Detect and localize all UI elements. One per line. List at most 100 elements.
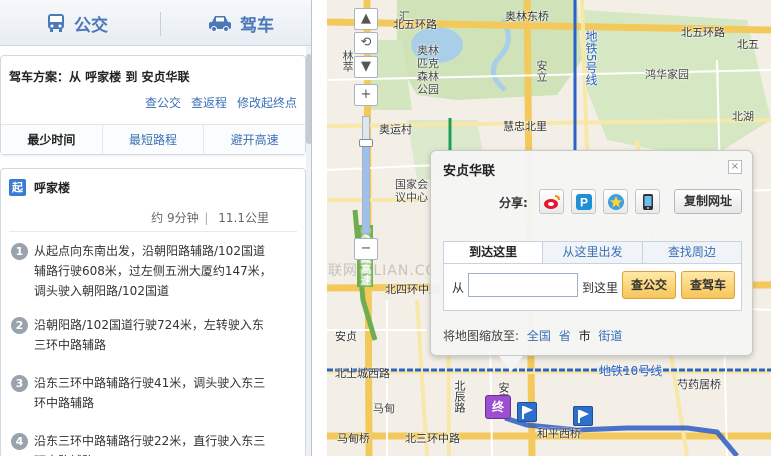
tab-depart-here[interactable]: 从这里出发 [543, 242, 643, 263]
to-here-label: 到这里 [582, 281, 619, 295]
route-flag-icon[interactable] [517, 402, 537, 422]
route-divider [9, 231, 297, 232]
map-label: 和平西桥 [537, 427, 581, 440]
weibo-icon [544, 195, 560, 209]
panel-scrollbar[interactable] [306, 46, 311, 456]
search-bus-link[interactable]: 查公交 [145, 94, 181, 111]
pan-down-button[interactable]: ▼ [354, 56, 378, 78]
step-number: 2 [11, 317, 28, 334]
route-time: 约 9分钟 [151, 211, 199, 225]
plan-tabs: 最少时间 最短路程 避开高速 [1, 124, 305, 154]
return-trip-link[interactable]: 查返程 [191, 94, 227, 111]
zoom-slider-fill [363, 145, 369, 233]
route-step[interactable]: 4 沿东三环中路辅路行驶22米，直行驶入东三环中路辅路 [11, 431, 273, 456]
car-mode-tab[interactable]: 驾车 [208, 0, 274, 46]
zoom-to-row: 将地图缩放至: 全国 省 市 街道 [443, 327, 622, 344]
search-bus-button[interactable]: 查公交 [622, 271, 676, 299]
route-step[interactable]: 2 沿朝阳路/102国道行驶724米，左转驶入东三环中路辅路 [11, 315, 273, 355]
map-label: 奥林匹克森林公园 [417, 44, 439, 96]
map-canvas[interactable]: 三联网 3LIAN.COM 奥林东桥 北五环路 北五环路 北五 奥林匹克森林公园… [327, 0, 771, 456]
step-text: 从起点向东南出发，沿朝阳路辅路/102国道辅路行驶608米，过左侧五洲大厦约14… [34, 244, 272, 298]
start-badge: 起 [9, 179, 26, 196]
route-step[interactable]: 1 从起点向东南出发，沿朝阳路辅路/102国道辅路行驶608米，过左侧五洲大厦约… [11, 241, 273, 301]
mode-divider [160, 12, 161, 36]
map-label: 奥林东桥 [505, 10, 549, 23]
star-share-button[interactable] [603, 189, 628, 214]
plan-links: 查公交 查返程 修改起终点 [145, 94, 297, 111]
car-icon [208, 14, 232, 32]
copy-url-button[interactable]: 复制网址 [674, 189, 742, 214]
map-label: 地铁5号线 [584, 30, 598, 86]
phone-share-button[interactable] [635, 189, 660, 214]
step-number: 3 [11, 375, 28, 392]
bus-icon [46, 13, 66, 33]
step-text: 沿东三环中路辅路行驶22米，直行驶入东三环中路辅路 [34, 434, 266, 456]
zoom-to-label: 将地图缩放至: [443, 329, 520, 343]
map-label: 马甸桥 [337, 432, 370, 445]
step-text: 沿朝阳路/102国道行驶724米，左转驶入东三环中路辅路 [34, 318, 264, 352]
map-label: 北三环中路 [405, 432, 460, 445]
map-label: 北五 [737, 38, 759, 51]
zoom-level-city: 市 [578, 329, 591, 343]
zoom-slider-handle[interactable] [359, 139, 373, 147]
pinterest-share-button[interactable]: P [571, 189, 596, 214]
search-car-button[interactable]: 查驾车 [681, 271, 735, 299]
popup-pointer [499, 356, 523, 372]
edit-endpoints-link[interactable]: 修改起终点 [237, 94, 297, 111]
route-panel: 公交 驾车 驾车方案：从 呼家楼 到 安贞华联 查公交 查返程 修改起终点 最少… [0, 0, 312, 456]
tab-avoid-highway[interactable]: 避开高速 [204, 125, 305, 154]
popup-title: 安贞华联 [443, 164, 496, 179]
pan-up-button[interactable]: ▲ [354, 8, 378, 30]
map-label: 鸿华家园 [645, 68, 689, 81]
zoom-level-country[interactable]: 全国 [527, 329, 551, 343]
map-label: 北湖 [732, 110, 754, 123]
route-step[interactable]: 3 沿东三环中路辅路行驶41米，调头驶入东三环中路辅路 [11, 373, 273, 413]
route-distance: 11.1公里 [218, 211, 269, 225]
map-zoom-control: ▲ ⟲ ▼ + − [354, 8, 378, 260]
pan-reset-button[interactable]: ⟲ [354, 32, 378, 54]
tab-arrive-here[interactable]: 到达这里 [444, 242, 544, 263]
from-input[interactable] [468, 273, 578, 297]
bus-mode-label: 公交 [74, 15, 108, 36]
route-detail: 起 呼家楼 约 9分钟 | 11.1公里 1 从起点向东南出发，沿朝阳路辅路/1… [0, 168, 306, 456]
zoom-level-street[interactable]: 街道 [598, 329, 622, 343]
from-label: 从 [452, 281, 465, 295]
zoom-in-button[interactable]: + [354, 84, 378, 106]
tab-search-nearby[interactable]: 查找周边 [642, 242, 741, 263]
tab-shortest-distance[interactable]: 最短路程 [103, 125, 205, 154]
zoom-out-button[interactable]: − [354, 238, 378, 260]
zoom-level-province[interactable]: 省 [559, 329, 571, 343]
zoom-slider-track[interactable] [359, 116, 373, 234]
car-mode-label: 驾车 [240, 15, 274, 36]
phone-icon [643, 194, 653, 210]
plan-box: 驾车方案：从 呼家楼 到 安贞华联 查公交 查返程 修改起终点 最少时间 最短路… [0, 55, 306, 155]
share-label: 分享: [499, 196, 528, 210]
route-summary: 约 9分钟 | 11.1公里 [151, 209, 269, 226]
step-number: 1 [11, 243, 28, 260]
summary-separator: | [200, 211, 213, 225]
bus-mode-tab[interactable]: 公交 [46, 0, 108, 46]
place-popup: 安贞华联 × 分享: P 复制网址 到达这里 从这里出发 查找周边 从 到这里 … [430, 150, 753, 372]
start-name[interactable]: 呼家楼 [34, 179, 70, 196]
map-label: 芍药居桥 [677, 378, 721, 391]
tab-least-time[interactable]: 最少时间 [1, 125, 103, 154]
map-label: 汇 [399, 10, 410, 23]
start-row: 起 呼家楼 [9, 179, 70, 196]
scrollbar-thumb[interactable] [306, 54, 311, 144]
directions-tabs: 到达这里 从这里出发 查找周边 [444, 242, 741, 264]
map-label: 国家会议中心 [395, 178, 428, 204]
weibo-share-button[interactable] [539, 189, 564, 214]
end-marker[interactable]: 终 [485, 395, 511, 419]
map-label: 地铁10号线 [599, 364, 663, 378]
route-flag-icon[interactable] [573, 406, 593, 426]
map-label: 安贞 [335, 330, 357, 343]
svg-text:P: P [580, 196, 588, 210]
map-label: 马甸 [373, 402, 395, 415]
map-label: 奥运村 [379, 123, 412, 136]
map-label: 慧忠北里 [503, 120, 547, 133]
transport-mode-bar: 公交 驾车 [0, 0, 311, 46]
plan-title: 驾车方案：从 呼家楼 到 安贞华联 [9, 70, 190, 84]
close-icon[interactable]: × [728, 160, 742, 174]
pinterest-icon: P [576, 194, 592, 210]
map-label: 北五环路 [681, 26, 725, 39]
